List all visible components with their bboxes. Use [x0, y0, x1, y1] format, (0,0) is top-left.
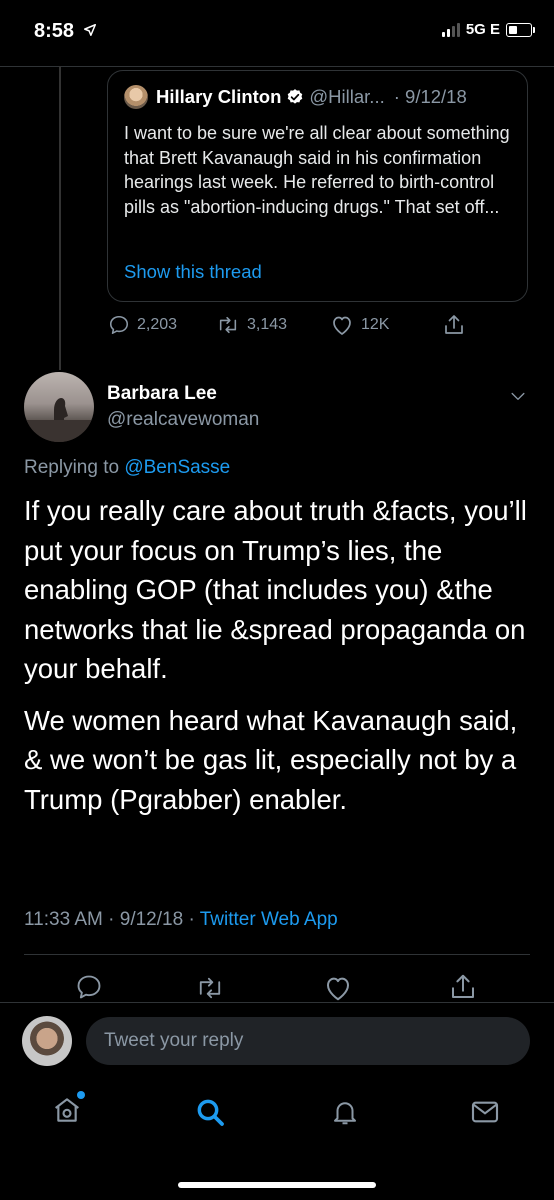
- network-label: 5G E: [465, 21, 500, 38]
- retweet-icon: [216, 314, 240, 336]
- like-button[interactable]: [323, 974, 353, 1002]
- status-indicators: 5G E: [441, 21, 535, 38]
- retweet-count-label: 3,143: [247, 316, 288, 333]
- author-handle[interactable]: @realcavewoman: [107, 409, 259, 431]
- thread-connector-line: [59, 66, 61, 370]
- tweet-text: If you really care about truth &facts, y…: [24, 491, 530, 831]
- retweet-count[interactable]: 3,143: [216, 314, 287, 336]
- reply-icon: [108, 314, 130, 336]
- tab-notifications[interactable]: [330, 1096, 360, 1133]
- quoted-tweet-header: Hillary Clinton @Hillar... · 9/12/18: [156, 86, 467, 108]
- author-avatar-image: [24, 398, 94, 442]
- retweet-icon: [195, 974, 225, 1002]
- meta-separator: ·: [108, 909, 115, 930]
- battery-icon: [506, 22, 535, 37]
- replying-to-label: Replying to: [24, 457, 120, 478]
- status-time: 8:58: [34, 20, 97, 43]
- quoted-tweet-card[interactable]: Hillary Clinton @Hillar... · 9/12/18 I w…: [107, 70, 528, 302]
- reply-button[interactable]: [75, 973, 103, 1001]
- reply-input[interactable]: [86, 1017, 530, 1065]
- quoted-tweet-handle: @Hillar...: [309, 86, 385, 107]
- new-tweets-dot: [77, 1091, 85, 1099]
- current-user-avatar[interactable]: [22, 1016, 72, 1066]
- reply-icon: [75, 973, 103, 1001]
- tweet-source[interactable]: Twitter Web App: [200, 909, 338, 930]
- meta-separator: ·: [188, 909, 195, 930]
- tweet-meta: 11:33 AM · 9/12/18 · Twitter Web App: [24, 909, 338, 931]
- replying-to: Replying to @BenSasse: [24, 457, 230, 479]
- reply-count-label: 2,203: [137, 316, 178, 333]
- top-divider: [0, 66, 554, 67]
- quoted-tweet-avatar: [124, 85, 148, 109]
- signal-icon: [441, 22, 460, 37]
- envelope-icon: [469, 1101, 501, 1131]
- tab-messages[interactable]: [469, 1097, 501, 1132]
- location-arrow-icon: [83, 20, 97, 43]
- home-icon: [51, 1098, 83, 1130]
- tweet-date: 9/12/18: [119, 909, 184, 930]
- like-count-label: 12K: [361, 316, 390, 333]
- reply-count[interactable]: 2,203: [108, 314, 177, 336]
- share-icon: [442, 313, 466, 337]
- verified-badge-icon: [286, 88, 304, 106]
- search-icon: [194, 1099, 226, 1132]
- bell-icon: [330, 1102, 360, 1132]
- quoted-tweet-date: · 9/12/18: [393, 86, 467, 107]
- actions-divider: [0, 1002, 554, 1003]
- tab-home[interactable]: [51, 1094, 83, 1131]
- tab-search[interactable]: [194, 1096, 226, 1133]
- quoted-tweet-text: I want to be sure we're all clear about …: [124, 123, 510, 217]
- tweet-paragraph: We women heard what Kavanaugh said, & we…: [24, 704, 518, 815]
- chevron-down-icon[interactable]: [508, 386, 528, 411]
- author-name[interactable]: Barbara Lee: [107, 383, 217, 405]
- show-thread-link[interactable]: Show this thread: [124, 261, 262, 283]
- share-button[interactable]: [448, 972, 478, 1002]
- like-count[interactable]: 12K: [330, 314, 389, 336]
- quoted-tweet-name: Hillary Clinton: [156, 86, 282, 107]
- heart-icon: [330, 314, 354, 336]
- author-avatar[interactable]: [24, 372, 94, 442]
- tweet-paragraph: If you really care about truth &facts, y…: [24, 495, 527, 684]
- share-button[interactable]: [442, 313, 466, 337]
- tweet-time: 11:33 AM: [24, 909, 103, 930]
- heart-icon: [323, 974, 353, 1002]
- meta-divider: [24, 954, 530, 955]
- share-icon: [448, 972, 478, 1002]
- retweet-button[interactable]: [195, 974, 225, 1002]
- replying-to-handle[interactable]: @BenSasse: [124, 457, 230, 478]
- home-indicator[interactable]: [178, 1182, 376, 1188]
